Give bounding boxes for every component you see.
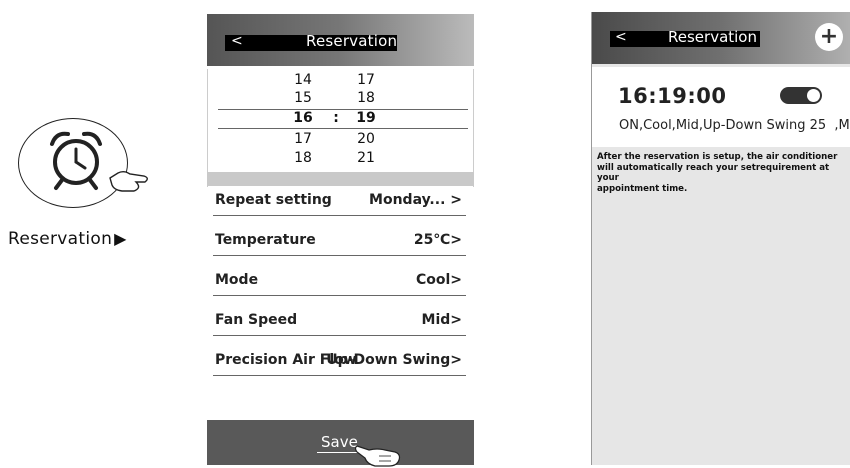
setting-label: Repeat setting [215,192,332,208]
minute-value: 20 [357,131,375,147]
setting-label: Temperature [215,232,316,248]
time-picker-row[interactable]: 18 21 [208,150,475,166]
time-picker-row[interactable]: 17 20 [208,131,475,147]
setting-label: Fan Speed [215,312,298,328]
alarm-clock-icon[interactable] [18,118,148,208]
selected-minute: 19 [356,110,376,126]
setting-value: Monday... > [369,192,462,208]
selected-hour: 16 [293,110,313,126]
add-reservation-button[interactable]: + [815,23,843,51]
setting-value: Up-Down Swing> [326,352,462,368]
hour-value: 14 [294,72,312,88]
setting-value: Mid> [421,312,462,328]
reservation-toggle[interactable] [780,87,822,104]
time-picker-selected-row[interactable]: 16 : 19 [208,110,475,126]
footer: Save [207,420,474,467]
row-divider [213,215,466,216]
row-divider [213,255,466,256]
reservation-editor-screen: < Reservation 14 17 15 18 16 : 19 17 20 … [207,14,474,467]
play-arrow-icon: ▶ [114,229,127,248]
time-separator: : [333,110,339,126]
reservation-card[interactable]: 16:19:00 ON,Cool,Mid,Up-Down Swing 25 ,M… [592,67,850,147]
fan-speed-row[interactable]: Fan Speed Mid> [213,306,466,346]
divider-band [207,172,474,186]
reservation-summary: ON,Cool,Mid,Up-Down Swing 25 ,M... [619,118,850,133]
time-picker-row[interactable]: 15 18 [208,90,475,106]
minute-value: 17 [357,72,375,88]
hour-value: 17 [294,131,312,147]
selection-line-bottom [218,128,468,129]
hand-pointer-icon [355,445,401,467]
page-title: Reservation [668,28,757,46]
back-button[interactable]: < [615,27,627,47]
reservation-note: After the reservation is setup, the air … [597,152,838,194]
toggle-knob [807,89,820,102]
time-picker[interactable]: 14 17 15 18 16 : 19 17 20 18 21 [207,69,474,187]
hour-value: 18 [294,150,312,166]
save-button[interactable]: Save [321,433,358,451]
plus-icon: + [819,24,839,49]
reservation-list-screen: < Reservation + 16:19:00 ON,Cool,Mid,Up-… [591,12,850,465]
setting-label: Mode [215,272,259,288]
alarm-clock-glyph [50,131,148,192]
repeat-setting-row[interactable]: Repeat setting Monday... > [213,186,466,226]
reservation-caption-label: Reservation [8,229,113,249]
minute-value: 18 [357,90,375,106]
setting-value: Cool> [415,272,462,288]
setting-value: 25℃> [413,232,462,248]
header: < Reservation [207,14,474,66]
back-button[interactable]: < [231,31,243,51]
mode-row[interactable]: Mode Cool> [213,266,466,306]
time-picker-row[interactable]: 14 17 [208,72,475,88]
minute-value: 21 [357,150,375,166]
hour-value: 15 [294,90,312,106]
row-divider [213,295,466,296]
row-divider [213,335,466,336]
row-divider [213,375,466,376]
precision-air-flow-row[interactable]: Precision Air Flow Up-Down Swing> [213,346,466,386]
reservation-time: 16:19:00 [618,84,727,108]
temperature-row[interactable]: Temperature 25℃> [213,226,466,266]
reservation-caption: Reservation ▶ [8,229,127,249]
page-title: Reservation [306,32,398,50]
header: < Reservation + [592,12,850,64]
